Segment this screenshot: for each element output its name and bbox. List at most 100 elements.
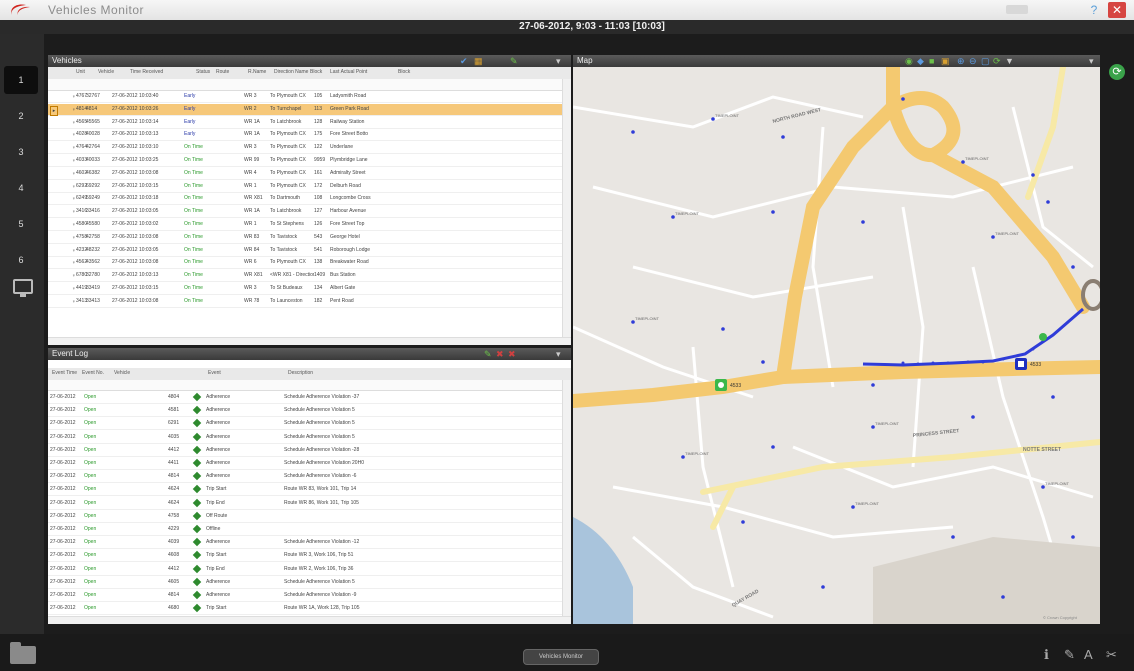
event-row[interactable]: 27-06-2012 Open 4229 Offline bbox=[48, 524, 562, 536]
map-vehicle-dot[interactable] bbox=[1039, 333, 1047, 341]
vehicle-row[interactable]: ♆ 6780 32780 27-06-2012 10:03:13 On Time WR X… bbox=[48, 270, 562, 283]
vehicle-row[interactable]: ♆ 4565 45565 27-06-2012 10:03:14 Early WR 1A T… bbox=[48, 117, 562, 129]
event-edit-icon[interactable]: ✎ bbox=[484, 349, 492, 359]
folder-icon[interactable] bbox=[10, 642, 36, 664]
vehicles-monitor-tab[interactable]: Vehicles Monitor bbox=[523, 649, 599, 665]
event-row[interactable]: 27-06-2012 Open 4039 Adherence Schedule Adhe… bbox=[48, 537, 562, 550]
event-row[interactable]: 27-06-2012 Open 4624 Trip End Route WR 86, W… bbox=[48, 498, 562, 510]
event-column-2[interactable]: Vehicle bbox=[114, 370, 130, 376]
help-icon[interactable]: ? bbox=[1085, 2, 1103, 18]
vehicles-column-2[interactable]: Time Received bbox=[130, 69, 163, 75]
vehicle-row[interactable]: ♆ 4764 42764 27-06-2012 10:03:10 On Time WR 3… bbox=[48, 142, 562, 155]
vehicle-row[interactable]: ♆ 3413 33413 27-06-2012 10:03:08 On Time WR 7… bbox=[48, 296, 562, 308]
check-icon[interactable]: ✔ bbox=[460, 56, 468, 66]
vehicles-filter-row[interactable] bbox=[48, 79, 562, 91]
nav-item-3[interactable]: 3 bbox=[4, 138, 38, 166]
vehicle-row[interactable]: ♆ 4767 32767 27-06-2012 10:03:40 Early WR 3 To… bbox=[48, 91, 562, 103]
vehicles-column-9[interactable]: Block bbox=[398, 69, 410, 75]
event-log-vertical-scrollbar[interactable] bbox=[562, 380, 571, 616]
vehicle-row[interactable]: ♆ 3416 33416 27-06-2012 10:03:05 On Time WR 1… bbox=[48, 206, 562, 219]
event-log-horizontal-scrollbar[interactable] bbox=[48, 616, 571, 624]
filter-icon[interactable]: ▦ bbox=[474, 56, 483, 66]
vehicle-row[interactable]: ▸ ♆ 4814 4814 27-06-2012 10:03:26 Early WR 2 To… bbox=[48, 103, 562, 116]
vehicles-column-4[interactable]: Route bbox=[216, 69, 229, 75]
vehicle-cell-status: Early bbox=[184, 105, 196, 112]
vehicles-horizontal-scrollbar[interactable] bbox=[48, 337, 571, 345]
event-row[interactable]: 27-06-2012 Open 4411 Adherence Schedule Adhe… bbox=[48, 458, 562, 470]
vehicle-row[interactable]: ♆ 4758 42758 27-06-2012 10:03:08 On Time WR 8… bbox=[48, 232, 562, 244]
edit-tool-icon[interactable]: ✎ bbox=[1064, 647, 1075, 663]
event-row[interactable]: 27-06-2012 Open 4814 Adherence Schedule Adhe… bbox=[48, 471, 562, 484]
map-tool-zoom-out-icon[interactable]: ⊖ bbox=[969, 56, 977, 66]
event-column-4[interactable]: Description bbox=[288, 370, 313, 376]
vehicles-column-6[interactable]: Direction Name bbox=[274, 69, 308, 75]
vehicle-row[interactable]: ♆ 4602 46382 27-06-2012 10:03:08 On Time WR 4… bbox=[48, 168, 562, 180]
event-row[interactable]: 27-06-2012 Open 4581 Adherence Schedule Adhe… bbox=[48, 405, 562, 418]
vehicles-column-7[interactable]: Block bbox=[310, 69, 322, 75]
vehicle-row[interactable]: ♆ 4580 45580 27-06-2012 10:03:02 On Time WR 1… bbox=[48, 219, 562, 231]
nav-item-1[interactable]: 1 bbox=[4, 66, 38, 94]
vehicles-vertical-scrollbar[interactable] bbox=[562, 79, 571, 337]
monitor-icon[interactable] bbox=[13, 279, 33, 297]
map-tool-select-icon[interactable]: ◉ bbox=[905, 56, 913, 66]
event-row[interactable]: 27-06-2012 Open 4804 Adherence Schedule Adhe… bbox=[48, 392, 562, 404]
vehicles-column-3[interactable]: Status bbox=[196, 69, 210, 75]
vehicles-column-1[interactable]: Vehicle bbox=[98, 69, 114, 75]
info-icon[interactable]: ℹ bbox=[1044, 647, 1049, 663]
vehicle-row[interactable]: ♆ 4232 48232 27-06-2012 10:03:05 On Time WR 8… bbox=[48, 245, 562, 257]
map-canvas[interactable]: TIMEPLOINT TIMEPLOINT TIMEPLOINT TIMEPLO… bbox=[573, 67, 1100, 624]
event-column-3[interactable]: Event bbox=[208, 370, 221, 376]
refresh-icon[interactable]: ⟳ bbox=[1109, 64, 1125, 80]
map-tool-pan-icon[interactable]: ▢ bbox=[981, 56, 990, 66]
event-row[interactable]: 27-06-2012 Open 4035 Adherence Schedule Adhe… bbox=[48, 432, 562, 444]
vehicle-row[interactable]: ♆ 4562 43562 27-06-2012 10:03:08 On Time WR 6… bbox=[48, 257, 562, 270]
font-icon[interactable]: A bbox=[1084, 647, 1093, 662]
event-column-0[interactable]: Event Time bbox=[52, 370, 77, 376]
event-cell-date: 27-06-2012 bbox=[50, 592, 76, 598]
nav-item-4[interactable]: 4 bbox=[4, 174, 38, 202]
event-collapse-icon[interactable]: ▾ bbox=[556, 349, 561, 359]
event-clear-icon[interactable]: ✖ bbox=[508, 349, 516, 359]
event-row[interactable]: 27-06-2012 Open 4680 Trip Start Route WR 1A,… bbox=[48, 603, 562, 616]
event-cell-event: Adherence bbox=[206, 592, 231, 598]
map-tool-route-icon[interactable]: ◆ bbox=[917, 56, 924, 66]
event-row[interactable]: 27-06-2012 Open 6291 Adherence Schedule Adhe… bbox=[48, 418, 562, 431]
close-icon[interactable]: ✕ bbox=[1108, 2, 1126, 18]
vehicles-column-0[interactable]: Unit bbox=[76, 69, 85, 75]
collapse-icon[interactable]: ▾ bbox=[556, 56, 561, 66]
nav-item-6[interactable]: 6 bbox=[4, 246, 38, 274]
vehicles-column-8[interactable]: Last Actual Point bbox=[330, 69, 367, 75]
vehicle-cell-vehicle: 69292 bbox=[86, 182, 100, 189]
vehicle-cell-vehicle: 43562 bbox=[86, 259, 100, 266]
minimize-button[interactable] bbox=[1006, 5, 1028, 14]
event-row[interactable]: 27-06-2012 Open 4605 Adherence Schedule Adhe… bbox=[48, 577, 562, 589]
vehicle-row[interactable]: ♆ 4028 40028 27-06-2012 10:03:13 Early WR 1A T… bbox=[48, 129, 562, 142]
event-row[interactable]: 27-06-2012 Open 4624 Trip Start Route WR 83,… bbox=[48, 484, 562, 497]
edit-icon[interactable]: ✎ bbox=[510, 56, 518, 66]
event-delete-icon[interactable]: ✖ bbox=[496, 349, 504, 359]
vehicle-row[interactable]: ♆ 4419 33419 27-06-2012 10:03:15 On Time WR 3… bbox=[48, 283, 562, 295]
event-row[interactable]: 27-06-2012 Open 4608 Trip Start Route WR 3, … bbox=[48, 550, 562, 563]
map-tool-zoom-in-icon[interactable]: ⊕ bbox=[957, 56, 965, 66]
nav-item-5[interactable]: 5 bbox=[4, 210, 38, 238]
map-tool-refresh-icon[interactable]: ⟳ bbox=[993, 56, 1001, 66]
map-tool-layers-icon[interactable]: ▣ bbox=[941, 56, 950, 66]
map-collapse-icon[interactable]: ▾ bbox=[1089, 56, 1094, 66]
vehicle-row[interactable]: ♆ 6292 69292 27-06-2012 10:03:15 On Time WR 1… bbox=[48, 181, 562, 193]
event-row[interactable]: 27-06-2012 Open 4412 Trip End Route WR 2, Wo… bbox=[48, 564, 562, 576]
map-panel[interactable]: Map ◉ ◆ ■ ▣ ⊕ ⊖ ▢ ⟳ ▼ ▾ TIMEPLOINT TIMEP… bbox=[573, 55, 1100, 624]
tools-icon[interactable]: ✂ bbox=[1106, 647, 1117, 663]
event-column-1[interactable]: Event No. bbox=[82, 370, 104, 376]
map-tool-stops-icon[interactable]: ■ bbox=[929, 56, 934, 66]
map-tool-settings-icon[interactable]: ▼ bbox=[1005, 56, 1014, 66]
vehicle-row[interactable]: ♆ 4033 40033 27-06-2012 10:03:25 On Time WR 9… bbox=[48, 155, 562, 167]
nav-item-2[interactable]: 2 bbox=[4, 102, 38, 130]
event-cell-time: Open bbox=[84, 420, 97, 427]
vehicle-cell-point: Ladysmith Road bbox=[330, 93, 367, 99]
event-row[interactable]: 27-06-2012 Open 4412 Adherence Schedule Adhe… bbox=[48, 445, 562, 457]
event-row[interactable]: 27-06-2012 Open 4814 Adherence Schedule Adhe… bbox=[48, 590, 562, 602]
event-row[interactable]: 27-06-2012 Open 4758 Off Route bbox=[48, 511, 562, 523]
event-filter-row[interactable] bbox=[48, 380, 562, 391]
vehicle-row[interactable]: ♆ 6249 59249 27-06-2012 10:03:18 On Time WR X… bbox=[48, 193, 562, 206]
vehicles-column-5[interactable]: R.Name bbox=[248, 69, 266, 75]
